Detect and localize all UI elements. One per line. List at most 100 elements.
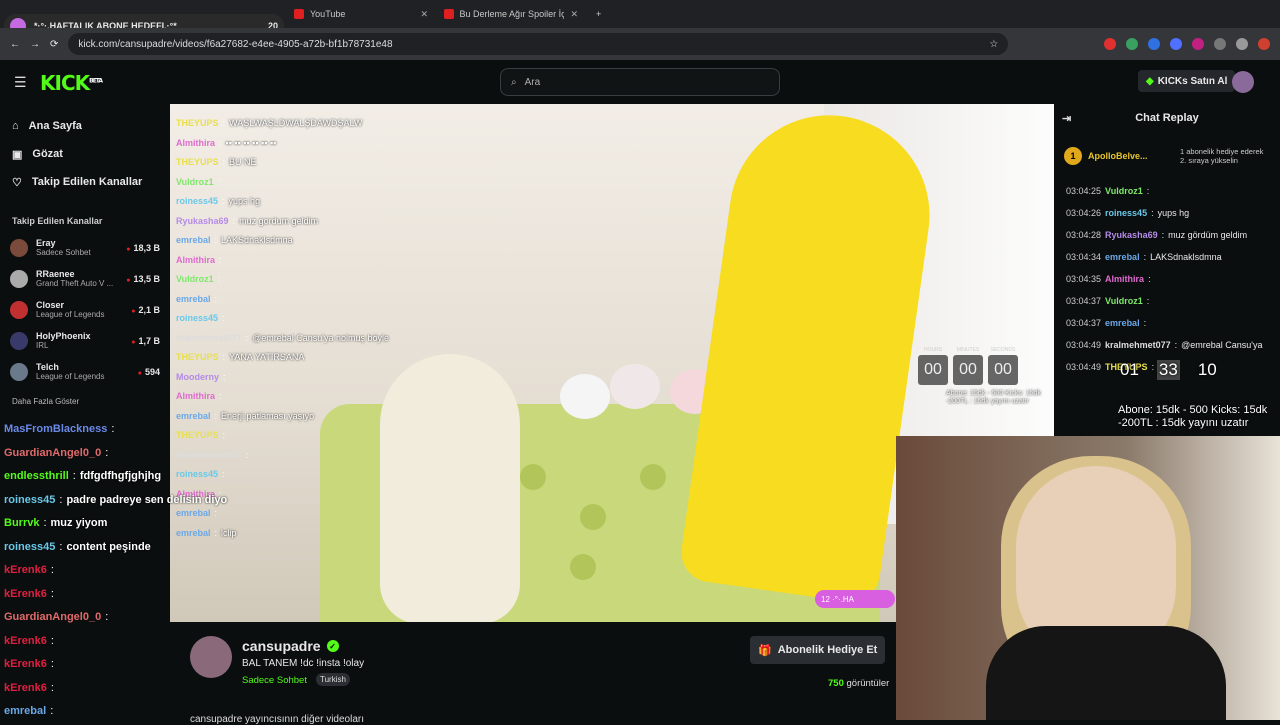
timer-minutes: MINUTES 00 bbox=[953, 347, 983, 385]
extension-icons bbox=[1104, 38, 1270, 50]
avatar bbox=[10, 362, 28, 381]
bookmark-star-icon[interactable]: ☆ bbox=[989, 39, 998, 50]
new-tab-icon[interactable]: + bbox=[596, 9, 601, 19]
home-icon: ⌂ bbox=[12, 120, 19, 132]
chat-username[interactable]: emrebal bbox=[1105, 252, 1140, 262]
left-overlay-message: content peşinde bbox=[66, 540, 151, 553]
followed-channel[interactable]: TelchLeague of Legends594 bbox=[0, 356, 170, 387]
stream-chat-overlay: THEYUPS: WAŞLWAŞLDWALŞDAWDŞALW Almithira: ▪… bbox=[176, 114, 436, 543]
user-avatar[interactable] bbox=[1232, 71, 1254, 93]
chat-timestamp: 03:04:49 bbox=[1066, 362, 1102, 372]
extension-icon[interactable] bbox=[1170, 38, 1182, 50]
gift-subscription-button[interactable]: 🎁 Abonelik Hediye Et bbox=[750, 636, 886, 664]
browser-tab-2[interactable]: YouTube ✕ bbox=[286, 3, 436, 25]
overlay-chat-row: THEYUPS: bbox=[176, 430, 226, 441]
close-tab-icon[interactable]: ✕ bbox=[420, 9, 428, 20]
close-tab-icon[interactable]: ✕ bbox=[570, 9, 578, 20]
countdown-timer: HOURS 00 MINUTES 00 SECONDS 00 bbox=[918, 347, 1018, 385]
overlay-note: Abone: 15dk - 500 Kicks: 15dk -200TL : 1… bbox=[1118, 404, 1268, 429]
left-overlay-user: endlessthrill bbox=[4, 470, 69, 483]
overlay-timer: 01 33 10 bbox=[1120, 360, 1217, 380]
menu-icon[interactable] bbox=[1236, 38, 1248, 50]
left-overlay-row: kErenk6: bbox=[4, 658, 54, 671]
collapse-chat-icon[interactable]: ⇥ bbox=[1062, 112, 1071, 125]
chat-username[interactable]: emrebal bbox=[1105, 318, 1140, 328]
overlay-chat-user: roiness45 bbox=[176, 313, 219, 324]
left-overlay-user: kErenk6 bbox=[4, 564, 47, 577]
browser-tab-strip: *·°·.HAFTALIK ABONE HEDEFI.·°* 20 YouTub… bbox=[0, 0, 1280, 38]
avatar[interactable] bbox=[190, 636, 232, 678]
chat-timestamp: 03:04:37 bbox=[1066, 318, 1102, 328]
chat-username[interactable]: Vuldroz1 bbox=[1105, 186, 1143, 196]
overlay-chat-row: Vuldroz1: bbox=[176, 176, 221, 187]
nav-home[interactable]: ⌂ Ana Sayfa bbox=[0, 112, 170, 140]
chat-timestamp: 03:04:37 bbox=[1066, 296, 1102, 306]
reload-icon[interactable]: ⟳ bbox=[50, 39, 58, 50]
overlay-chat-user: THEYUPS bbox=[176, 352, 219, 363]
overlay-chat-row: Almithira: bbox=[176, 254, 222, 265]
buy-kicks-button[interactable]: ◆ KICKs Satın Al bbox=[1138, 70, 1236, 92]
timer-seconds: SECONDS 00 bbox=[988, 347, 1018, 385]
channel-info: cansupadre ✓ BAL TANEM !dc !insta !olay S… bbox=[170, 622, 896, 725]
left-overlay-user: GuardianAngel0_0 bbox=[4, 446, 102, 459]
overlay-chat-user: Almithira bbox=[176, 137, 216, 148]
left-overlay-user: kErenk6 bbox=[4, 634, 47, 647]
chat-header: ⇥ Chat Replay bbox=[1062, 112, 1199, 125]
chat-timestamp: 03:04:26 bbox=[1066, 208, 1102, 218]
followed-channel[interactable]: HolyPhoenixIRL1,7 B bbox=[0, 325, 170, 356]
goal-pill: 12 ·°·.HA bbox=[815, 590, 895, 608]
chat-message: 03:04:37 emrebal: bbox=[1066, 318, 1147, 328]
overlay-chat-row: kralmehmet077: bbox=[176, 449, 249, 460]
overlay-chat-message: @emrebal Cansu'ya nolmuş böyle bbox=[252, 332, 389, 343]
overlay-chat-row: emrebal: bbox=[176, 508, 218, 519]
extension-icon[interactable] bbox=[1192, 38, 1204, 50]
goal-rules-note: Abone: 15dk - 500 Kicks: 15dk -200TL : 1… bbox=[946, 390, 1041, 405]
overlay-chat-row: THEYUPS: BU NE bbox=[176, 157, 257, 168]
extension-icon[interactable] bbox=[1104, 38, 1116, 50]
chat-timestamp: 03:04:34 bbox=[1066, 252, 1102, 262]
top-gifter-name[interactable]: ApolloBelve... bbox=[1088, 151, 1148, 161]
chat-username[interactable]: Ryukasha69 bbox=[1105, 230, 1158, 240]
overlay-chat-message: yups hg bbox=[228, 196, 261, 207]
extension-icon[interactable] bbox=[1126, 38, 1138, 50]
overlay-chat-row: Ryukasha69: muz gordum geldim bbox=[176, 215, 319, 226]
chat-message: 03:04:26 roiness45: yups hg bbox=[1066, 208, 1190, 218]
followed-channel[interactable]: CloserLeague of Legends2,1 B bbox=[0, 294, 170, 325]
overlay-chat-row: kralmehmet077: @emrebal Cansu'ya nolmuş b… bbox=[176, 332, 389, 343]
overlay-chat-row: roiness45: bbox=[176, 469, 225, 480]
channel-name[interactable]: cansupadre ✓ bbox=[242, 638, 339, 654]
forward-icon[interactable]: → bbox=[30, 39, 40, 50]
browser-tab-3[interactable]: Bu Derleme Ağır Spoiler İçeriri ✕ bbox=[436, 3, 586, 25]
overlay-chat-message: BU NE bbox=[229, 157, 257, 168]
language-tag[interactable]: Turkish bbox=[316, 673, 350, 686]
nav-following[interactable]: ♡ Takip Edilen Kanallar bbox=[0, 168, 170, 196]
extension-icon[interactable] bbox=[1148, 38, 1160, 50]
chat-messages: 03:04:25 Vuldroz1: 03:04:26 roiness45: yups … bbox=[1054, 180, 1280, 378]
overlay-chat-row: Almithira: ▪▪ ▪▪ ▪▪ ▪▪ ▪▪ ▪▪ bbox=[176, 137, 277, 148]
search-input[interactable]: ⌕ Ara bbox=[500, 68, 780, 96]
gift-note: 1 abonelik hediye ederek 2. sıraya yükse… bbox=[1180, 147, 1264, 165]
nav-browse[interactable]: ▣ Gözat bbox=[0, 140, 170, 168]
back-icon[interactable]: ← bbox=[10, 39, 20, 50]
followed-channel[interactable]: RRaeneeGrand Theft Auto V ...13,5 B bbox=[0, 263, 170, 294]
left-overlay-user: GuardianAngel0_0 bbox=[4, 611, 102, 624]
chat-username[interactable]: roiness45 bbox=[1105, 208, 1147, 218]
followed-section-title: Takip Edilen Kanallar bbox=[12, 216, 103, 226]
left-overlay-row: kErenk6: bbox=[4, 634, 54, 647]
url-field[interactable]: kick.com/cansupadre/videos/f6a27682-e4ee… bbox=[68, 33, 1009, 55]
chat-timestamp: 03:04:25 bbox=[1066, 186, 1102, 196]
followed-channel[interactable]: EraySadece Sohbet18,3 B bbox=[0, 232, 170, 263]
chat-username[interactable]: Vuldroz1 bbox=[1105, 296, 1143, 306]
show-more-link[interactable]: Daha Fazla Göster bbox=[0, 387, 170, 416]
kick-logo[interactable]: KICKBETA bbox=[40, 71, 103, 95]
profile-icon[interactable] bbox=[1258, 38, 1270, 50]
hamburger-menu-icon[interactable]: ☰ bbox=[14, 74, 27, 91]
puzzle-icon[interactable] bbox=[1214, 38, 1226, 50]
category-link[interactable]: Sadece Sohbet bbox=[242, 675, 307, 686]
chat-username[interactable]: Almithira bbox=[1105, 274, 1144, 284]
avatar bbox=[10, 331, 28, 350]
left-overlay-user: emrebal bbox=[4, 705, 47, 718]
chat-username[interactable]: kralmehmet077 bbox=[1105, 340, 1171, 350]
overlay-chat-row: emrebal: LAKSdnaklsdmna bbox=[176, 235, 293, 246]
overlay-chat-row: roiness45: yups hg bbox=[176, 196, 261, 207]
